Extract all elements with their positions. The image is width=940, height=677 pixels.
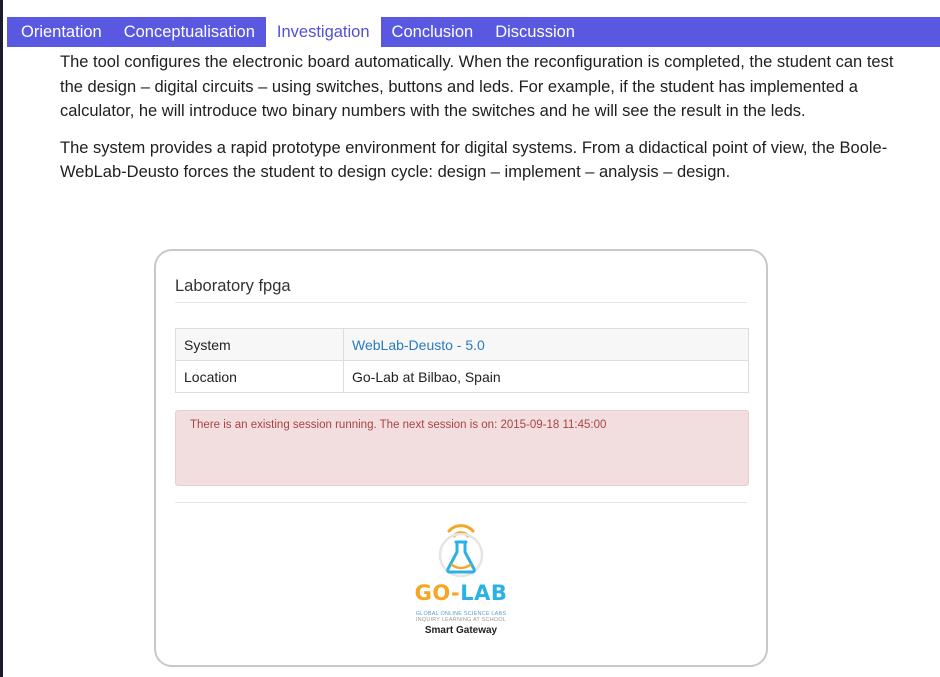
flask-icon (438, 524, 484, 578)
location-label: Location (175, 360, 344, 393)
divider (175, 302, 747, 303)
investigation-content: The tool configures the electronic board… (60, 50, 920, 197)
tab-discussion[interactable]: Discussion (484, 17, 586, 47)
lab-card: Laboratory fpga System WebLab-Deusto - 5… (154, 249, 768, 667)
tab-investigation[interactable]: Investigation (265, 17, 381, 47)
logo-wordmark: GO-LAB (414, 581, 508, 605)
system-value: WebLab-Deusto - 5.0 (343, 328, 749, 361)
tab-orientation[interactable]: Orientation (7, 17, 113, 47)
table-row: Location Go-Lab at Bilbao, Spain (175, 360, 749, 393)
session-alert: There is an existing session running. Th… (175, 410, 749, 486)
left-border (0, 0, 3, 677)
lab-title: Laboratory fpga (175, 277, 291, 295)
logo-tagline-2: INQUIRY LEARNING AT SCHOOL (415, 617, 507, 623)
intro-paragraph: The tool configures the electronic board… (60, 53, 894, 120)
tab-conclusion[interactable]: Conclusion (381, 17, 485, 47)
system-label: System (175, 328, 344, 361)
tab-bar: Orientation Conceptualisation Investigat… (7, 17, 940, 47)
tab-conceptualisation[interactable]: Conceptualisation (113, 17, 266, 47)
table-row: System WebLab-Deusto - 5.0 (175, 328, 749, 361)
smart-gateway-label: Smart Gateway (424, 625, 498, 636)
go-lab-logo: GO-LAB GLOBAL ONLINE SCIENCE LABS INQUIR… (156, 517, 766, 636)
lab-info-table: System WebLab-Deusto - 5.0 Location Go-L… (175, 328, 749, 393)
divider (175, 502, 747, 503)
location-value: Go-Lab at Bilbao, Spain (343, 360, 749, 393)
system-paragraph: The system provides a rapid prototype en… (60, 138, 888, 182)
system-link[interactable]: WebLab-Deusto - 5.0 (352, 337, 485, 353)
